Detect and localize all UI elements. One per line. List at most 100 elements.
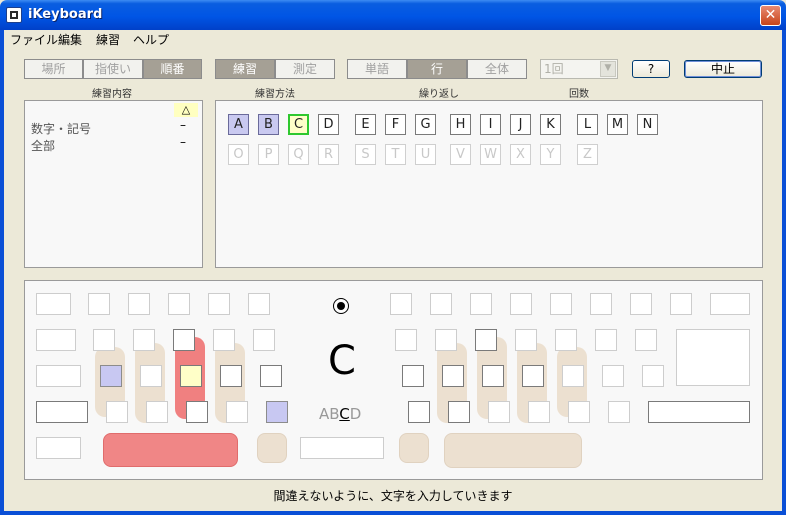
keyboard-key	[555, 329, 577, 351]
keyboard-key	[630, 293, 652, 315]
stop-button[interactable]: 中止	[684, 60, 762, 78]
list-item-label[interactable]: 数字・記号	[31, 120, 91, 137]
content-place-button[interactable]: 場所	[24, 59, 83, 79]
count-select[interactable]: 1回 ▼	[540, 59, 618, 79]
current-char-display: C	[328, 338, 356, 384]
letter-key-k[interactable]: K	[540, 114, 561, 135]
keyboard-key	[402, 365, 424, 387]
keyboard-key	[602, 365, 624, 387]
keyboard-key	[435, 329, 457, 351]
letter-key-c[interactable]: C	[288, 114, 309, 135]
keyboard-key	[528, 401, 550, 423]
list-item-mark: –	[180, 118, 186, 132]
keyboard-key	[213, 329, 235, 351]
keyboard-key-c	[180, 365, 202, 387]
letter-key-w[interactable]: W	[480, 144, 501, 165]
letter-key-e[interactable]: E	[355, 114, 376, 135]
keyboard-key	[595, 329, 617, 351]
letter-key-m[interactable]: M	[607, 114, 628, 135]
keyboard-key	[395, 329, 417, 351]
content-fingering-button[interactable]: 指使い	[83, 59, 143, 79]
letter-key-d[interactable]: D	[318, 114, 339, 135]
letter-key-y[interactable]: Y	[540, 144, 561, 165]
sequence-display: ABCD	[319, 405, 361, 423]
keyboard-key	[710, 293, 750, 315]
letter-key-a[interactable]: A	[228, 114, 249, 135]
help-button[interactable]: ?	[632, 60, 670, 78]
sort-header-mark[interactable]: △	[174, 103, 198, 117]
keyboard-key	[562, 365, 584, 387]
letter-key-u[interactable]: U	[415, 144, 436, 165]
repeat-all-button[interactable]: 全体	[467, 59, 527, 79]
keyboard-key-b	[266, 401, 288, 423]
letter-key-z[interactable]: Z	[577, 144, 598, 165]
letter-key-b[interactable]: B	[258, 114, 279, 135]
keyboard-key	[590, 293, 612, 315]
count-value: 1回	[544, 62, 564, 76]
letter-key-h[interactable]: H	[450, 114, 471, 135]
method-measure-button[interactable]: 測定	[275, 59, 335, 79]
letter-key-f[interactable]: F	[385, 114, 406, 135]
caption-repeat: 繰り返し	[419, 89, 459, 100]
keyboard-key	[448, 401, 470, 423]
menu-bar: ファイル 編集 練習 ヘルプ	[4, 30, 782, 48]
content-order-button[interactable]: 順番	[143, 59, 202, 79]
thumb-key	[399, 433, 429, 463]
letter-key-j[interactable]: J	[510, 114, 531, 135]
keyboard-key	[226, 401, 248, 423]
keyboard-key	[488, 401, 510, 423]
thumb-key	[257, 433, 287, 463]
caption-method: 練習方法	[255, 89, 295, 100]
keyboard-key	[93, 329, 115, 351]
content-list-panel[interactable]: △ 数字・記号 – 全部 –	[24, 100, 203, 268]
keyboard-key	[146, 401, 168, 423]
menu-practice[interactable]: 練習	[96, 31, 120, 48]
keyboard-key	[510, 293, 532, 315]
letter-key-n[interactable]: N	[637, 114, 658, 135]
close-button[interactable]: ✕	[760, 5, 781, 26]
keyboard-key	[470, 293, 492, 315]
window-frame-right	[782, 30, 786, 515]
letter-key-l[interactable]: L	[577, 114, 598, 135]
sequence-before: AB	[319, 405, 340, 423]
keyboard-key	[608, 401, 630, 423]
keyboard-key	[36, 329, 76, 351]
space-key-right	[444, 433, 582, 468]
keyboard-key	[220, 365, 242, 387]
chevron-down-icon[interactable]: ▼	[600, 61, 616, 77]
menu-edit[interactable]: 編集	[58, 31, 82, 48]
letter-key-q[interactable]: Q	[288, 144, 309, 165]
keyboard-key-a	[100, 365, 122, 387]
letter-key-s[interactable]: S	[355, 144, 376, 165]
keyboard-key	[642, 365, 664, 387]
letter-key-v[interactable]: V	[450, 144, 471, 165]
title-bar[interactable]	[0, 0, 786, 30]
caption-count: 回数	[569, 89, 589, 100]
letter-key-o[interactable]: O	[228, 144, 249, 165]
menu-file[interactable]: ファイル	[10, 31, 58, 48]
keyboard-key	[128, 293, 150, 315]
keyboard-key	[260, 365, 282, 387]
keyboard-key	[248, 293, 270, 315]
letter-key-r[interactable]: R	[318, 144, 339, 165]
letter-key-t[interactable]: T	[385, 144, 406, 165]
keyboard-key	[36, 437, 81, 459]
keyboard-key	[208, 293, 230, 315]
keyboard-key	[475, 329, 497, 351]
keyboard-key	[568, 401, 590, 423]
window-title: iKeyboard	[28, 7, 103, 22]
letter-key-x[interactable]: X	[510, 144, 531, 165]
repeat-row-button[interactable]: 行	[407, 59, 467, 79]
letter-key-g[interactable]: G	[415, 114, 436, 135]
sequence-after: D	[349, 405, 362, 423]
letter-key-p[interactable]: P	[258, 144, 279, 165]
menu-help[interactable]: ヘルプ	[133, 31, 169, 48]
keyboard-key	[106, 401, 128, 423]
list-item-label[interactable]: 全部	[31, 137, 55, 154]
letter-key-i[interactable]: I	[480, 114, 501, 135]
window-frame-bottom	[0, 511, 786, 515]
repeat-word-button[interactable]: 単語	[347, 59, 407, 79]
method-practice-button[interactable]: 練習	[215, 59, 275, 79]
keyboard-key	[390, 293, 412, 315]
keyboard-key	[186, 401, 208, 423]
